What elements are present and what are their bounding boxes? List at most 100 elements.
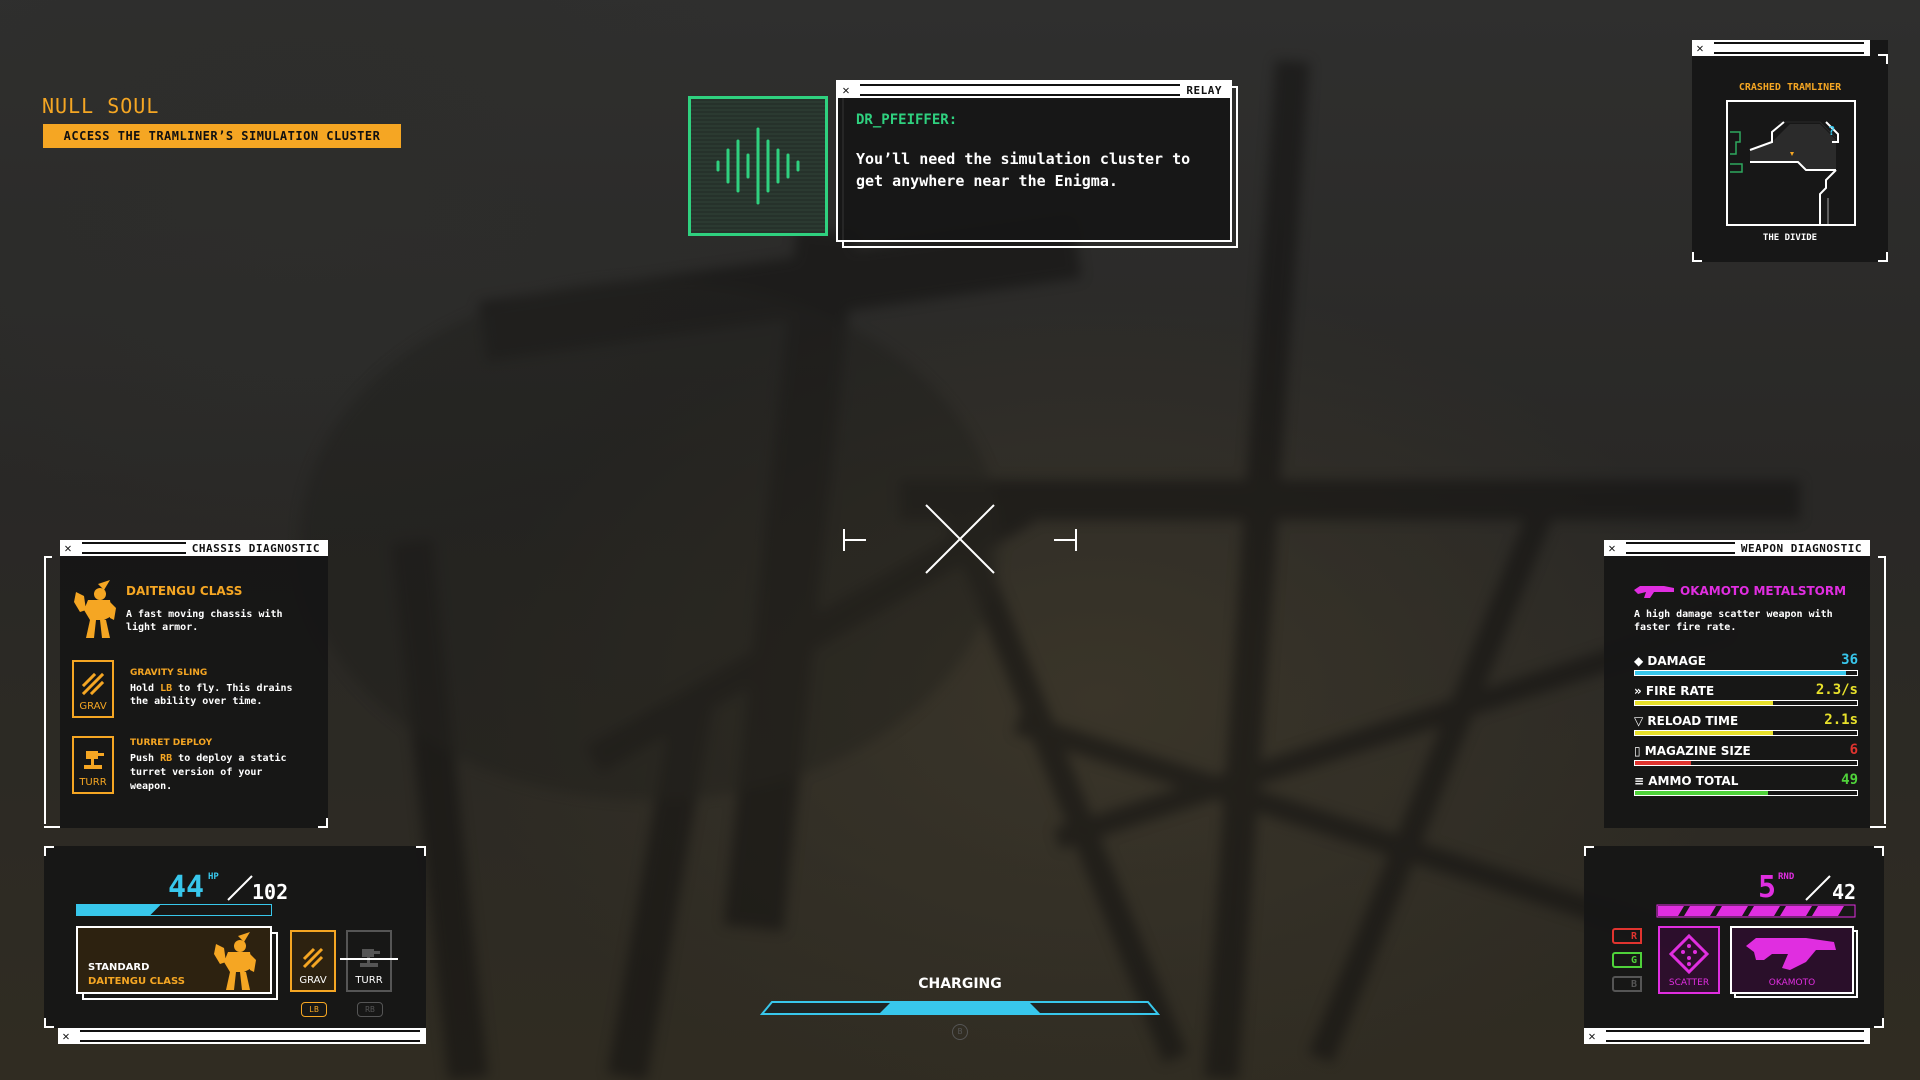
turr-slot-label: TURR bbox=[355, 975, 383, 986]
loadout-class: DAITENGU CLASS bbox=[88, 976, 185, 987]
health-hud: ✕ 44 HP 102 STANDARD DAITENGU CLASS GRAV… bbox=[44, 846, 426, 1044]
ability-name: GRAVITY SLING bbox=[130, 668, 208, 678]
chassis-titlebar: ✕ CHASSIS DIAGNOSTIC bbox=[60, 540, 328, 556]
scatter-icon bbox=[1669, 934, 1709, 974]
minimap-marker: ? bbox=[1828, 124, 1836, 138]
loadout-label: STANDARD bbox=[88, 962, 150, 973]
rgb-channels: RGB bbox=[1612, 928, 1644, 998]
objective-title: NULL SOUL bbox=[42, 94, 160, 118]
weapon-stat-bar bbox=[1634, 700, 1858, 706]
close-icon[interactable]: ✕ bbox=[58, 1029, 74, 1043]
weapon-stat-bar-fill bbox=[1635, 791, 1769, 795]
hp-unit: HP bbox=[208, 872, 219, 882]
channel-r-indicator[interactable]: R bbox=[1612, 928, 1642, 944]
close-icon[interactable]: ✕ bbox=[1604, 541, 1620, 555]
hp-bar bbox=[76, 904, 272, 916]
hp-bar-fill bbox=[77, 905, 160, 915]
close-icon[interactable]: ✕ bbox=[60, 541, 76, 555]
gravity-sling-ability[interactable]: GRAV bbox=[72, 660, 114, 718]
weapon-stat-value: 2.1s bbox=[1824, 712, 1858, 728]
chassis-title: CHASSIS DIAGNOSTIC bbox=[191, 541, 320, 555]
weapon-stat-label: ≡ AMMO TOTAL bbox=[1634, 774, 1739, 788]
relay-portrait bbox=[688, 96, 828, 236]
relay-title: RELAY bbox=[1186, 83, 1222, 97]
weapon-stat-value: 49 bbox=[1841, 772, 1858, 788]
weapon-stat-row: ≡ AMMO TOTAL 49 bbox=[1634, 772, 1858, 804]
turret-icon bbox=[84, 751, 104, 769]
chassis-class-name: DAITENGU CLASS bbox=[126, 584, 243, 598]
weapon-name: OKAMOTO METALSTORM bbox=[1680, 584, 1847, 598]
weapon-stat-label: ◆ DAMAGE bbox=[1634, 654, 1706, 668]
turret-deploy-ability[interactable]: TURR bbox=[72, 736, 114, 794]
weapon-stat-bar bbox=[1634, 790, 1858, 796]
relay-titlebar: ✕ RELAY bbox=[838, 82, 1230, 98]
relay-message: You’ll need the simulation cluster to ge… bbox=[856, 150, 1191, 190]
daitengu-mech-icon bbox=[214, 932, 256, 990]
channel-g-indicator[interactable]: G bbox=[1612, 952, 1642, 968]
map-layout-icon bbox=[1730, 121, 1839, 224]
ability-desc: Hold LB to fly. This drains the ability … bbox=[130, 683, 293, 707]
ammo-current: 5 bbox=[1758, 870, 1777, 905]
weapon-stat-label: ▽ RELOAD TIME bbox=[1634, 714, 1739, 728]
relay-dialog: ✕ RELAY DR_PFEIFFER: You’ll need the sim… bbox=[836, 80, 1238, 248]
charge-button-hint: B bbox=[952, 1024, 968, 1040]
weapon-stat-bar bbox=[1634, 730, 1858, 736]
hp-max: 102 bbox=[252, 880, 289, 904]
daitengu-mech-icon bbox=[74, 580, 116, 638]
weapon-stat-row: ◆ DAMAGE 36 bbox=[1634, 652, 1858, 684]
charge-label: CHARGING bbox=[918, 976, 1002, 992]
shotgun-icon bbox=[1746, 938, 1836, 970]
ammo-total: 42 bbox=[1832, 880, 1857, 904]
loadout-card: STANDARD DAITENGU CLASS bbox=[76, 926, 278, 1000]
close-icon[interactable]: ✕ bbox=[838, 83, 854, 97]
weapon-stat-value: 6 bbox=[1849, 742, 1858, 758]
weapon-stat-bar-fill bbox=[1635, 761, 1691, 765]
weapon-stat-bar bbox=[1634, 760, 1858, 766]
ammo-unit: RND bbox=[1778, 872, 1795, 882]
weapon-stat-row: ▯ MAGAZINE SIZE 6 bbox=[1634, 742, 1858, 774]
weapon-title: WEAPON DIAGNOSTIC bbox=[1740, 541, 1862, 555]
weapon-desc: A high damage scatter weapon with faster… bbox=[1634, 609, 1833, 633]
minimap-area: THE DIVIDE bbox=[1762, 233, 1818, 243]
weapon-stat-bar bbox=[1634, 670, 1858, 676]
close-icon[interactable]: ✕ bbox=[1584, 1029, 1600, 1043]
chassis-diagnostic-panel: ✕ CHASSIS DIAGNOSTIC DAITENGU CLASS A fa… bbox=[44, 540, 328, 828]
scatter-label: SCATTER bbox=[1668, 978, 1710, 988]
weapon-stat-bar-fill bbox=[1635, 701, 1773, 705]
turr-ability-slot[interactable]: TURR bbox=[346, 930, 392, 992]
charge-bar bbox=[760, 1001, 1160, 1015]
minimap-titlebar: ✕ bbox=[1692, 40, 1870, 56]
objective-task: ACCESS THE TRAMLINER’S SIMULATION CLUSTE… bbox=[43, 124, 401, 148]
key-hint-lb: LB bbox=[160, 683, 173, 694]
scatter-mode-slot[interactable]: SCATTER bbox=[1658, 926, 1720, 994]
gravity-sling-icon bbox=[302, 947, 324, 969]
ability-desc: Push RB to deploy a static turret versio… bbox=[130, 753, 287, 792]
grav-ability-slot[interactable]: GRAV bbox=[290, 930, 336, 992]
weapon-stat-value: 2.3/s bbox=[1815, 682, 1858, 698]
minimap-panel: ✕ CRASHED TRAMLINER ? THE DIVIDE bbox=[1692, 40, 1888, 262]
audio-waveform-icon bbox=[716, 127, 800, 205]
key-hint-rb: RB bbox=[357, 1002, 383, 1017]
weapon-diagnostic-panel: ✕ WEAPON DIAGNOSTIC OKAMOTO METALSTORM A… bbox=[1604, 540, 1886, 828]
ammo-hud: ✕ 5 RND 42 RGB SCATTER OKAMOTO bbox=[1584, 846, 1884, 1044]
weapon-stat-bar-fill bbox=[1635, 671, 1846, 675]
ability-name: TURRET DEPLOY bbox=[130, 738, 213, 748]
weapon-stat-value: 36 bbox=[1841, 652, 1858, 668]
weapon-stats: ◆ DAMAGE 36 » FIRE RATE 2.3/s ▽ RELOAD TIME 2… bbox=[1634, 652, 1858, 804]
weapon-stat-row: ▽ RELOAD TIME 2.1s bbox=[1634, 712, 1858, 744]
key-hint-rb: RB bbox=[160, 753, 173, 764]
minimap-view: ? bbox=[1726, 100, 1856, 226]
weapon-card: OKAMOTO bbox=[1730, 926, 1858, 998]
channel-b-indicator[interactable]: B bbox=[1612, 976, 1642, 992]
weapon-stat-label: ▯ MAGAZINE SIZE bbox=[1634, 744, 1751, 758]
weapon-stat-bar-fill bbox=[1635, 731, 1773, 735]
gravity-sling-icon bbox=[81, 672, 105, 696]
turret-deploy-label: TURR bbox=[79, 777, 107, 788]
health-footer-bar: ✕ bbox=[58, 1028, 426, 1044]
magazine-bar bbox=[1656, 904, 1856, 918]
crosshair bbox=[840, 500, 1080, 582]
close-icon[interactable]: ✕ bbox=[1692, 41, 1708, 55]
weapon-stat-row: » FIRE RATE 2.3/s bbox=[1634, 682, 1858, 714]
shotgun-icon bbox=[1634, 586, 1674, 598]
minimap-location: CRASHED TRAMLINER bbox=[1738, 82, 1842, 93]
